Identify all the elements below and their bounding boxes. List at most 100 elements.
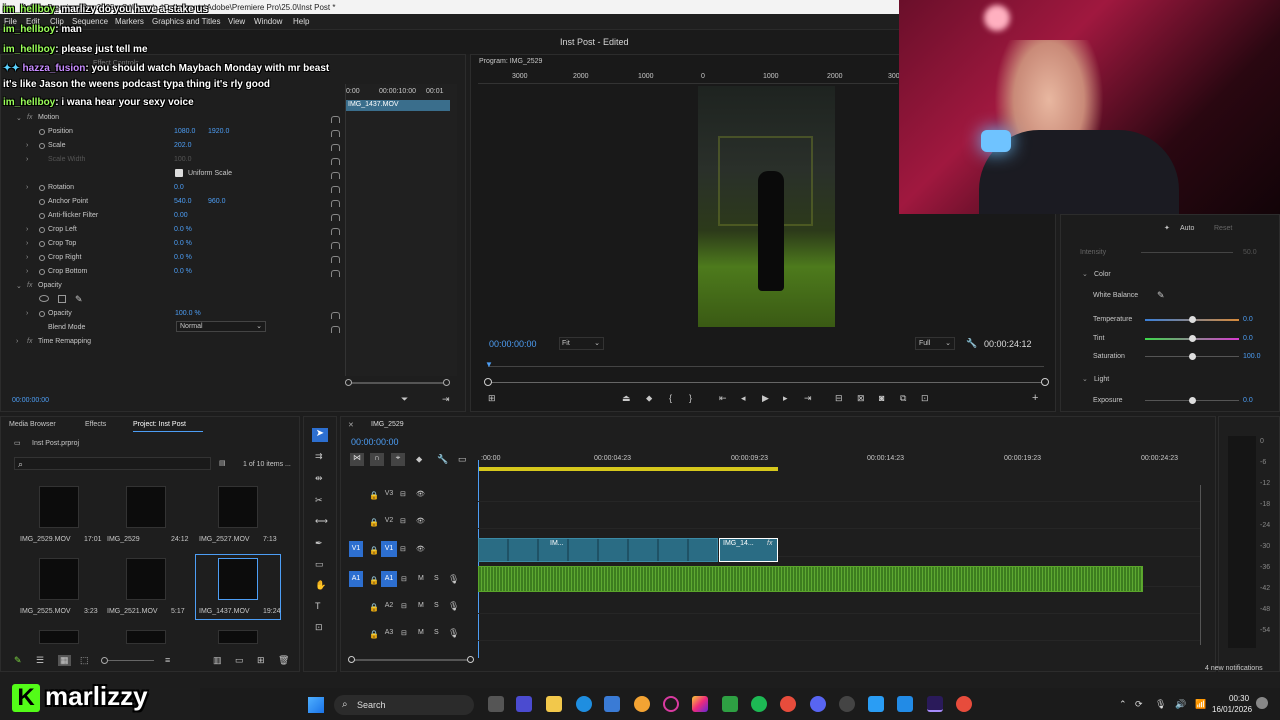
- project-thumbnail[interactable]: [39, 558, 79, 600]
- captions-icon[interactable]: ▭: [458, 454, 467, 465]
- notification-icon[interactable]: [1256, 697, 1268, 709]
- razor-icon[interactable]: ✂: [315, 495, 323, 506]
- zoom-handle-left[interactable]: [484, 378, 492, 386]
- sync-lock-icon[interactable]: ⊟: [401, 575, 407, 583]
- mute-icon[interactable]: M: [418, 575, 424, 582]
- expand-chevron-icon[interactable]: ›: [26, 240, 28, 247]
- spotify-icon[interactable]: [751, 696, 767, 712]
- opacity-stopwatch-icon[interactable]: [39, 311, 45, 317]
- scroll-handle-left[interactable]: [348, 656, 355, 663]
- ec-zoom-handle-left[interactable]: [345, 379, 352, 386]
- go-to-out-icon[interactable]: ⇥: [804, 393, 812, 404]
- export-icon[interactable]: ⇥: [442, 394, 450, 405]
- stopwatch-icon[interactable]: [39, 185, 45, 191]
- lock-icon[interactable]: 🔒: [369, 576, 379, 585]
- vertical-scrollbar[interactable]: [1200, 485, 1201, 645]
- vr-icon[interactable]: ⊡: [921, 393, 929, 404]
- program-timecode[interactable]: 00:00:00:00: [489, 339, 537, 349]
- temperature-handle[interactable]: [1189, 316, 1196, 323]
- project-thumbnail[interactable]: [39, 486, 79, 528]
- project-search-input[interactable]: ⌕: [14, 457, 211, 470]
- reset-icon[interactable]: [331, 116, 340, 123]
- sort-icon[interactable]: ≡: [165, 655, 170, 665]
- effect-value[interactable]: 202.0: [174, 142, 192, 149]
- sync-lock-icon[interactable]: ⊟: [401, 602, 407, 610]
- ellipse-mask-icon[interactable]: [39, 295, 49, 302]
- menu-graphics[interactable]: Graphics and Titles: [152, 17, 220, 26]
- ripple-edit-icon[interactable]: ⇹: [315, 473, 323, 484]
- trash-icon[interactable]: 🗑: [278, 655, 289, 666]
- settings-icon[interactable]: ⊞: [488, 393, 496, 404]
- browser-icon[interactable]: [634, 696, 650, 712]
- fit-select[interactable]: Fit ⌄: [559, 337, 604, 350]
- effect-value[interactable]: 540.0: [174, 198, 192, 205]
- lock-icon[interactable]: 🔒: [369, 630, 379, 639]
- discord-icon[interactable]: [810, 696, 826, 712]
- audio-clip[interactable]: [478, 566, 1143, 592]
- menu-view[interactable]: View: [228, 17, 245, 26]
- type-tool-icon[interactable]: T: [315, 601, 321, 611]
- task-view-icon[interactable]: [488, 696, 504, 712]
- premiere-icon[interactable]: [927, 696, 943, 712]
- project-thumbnail[interactable]: [126, 630, 166, 644]
- track-target[interactable]: A3: [381, 625, 397, 641]
- solo-icon[interactable]: S: [434, 602, 439, 609]
- track-target[interactable]: V3: [381, 486, 397, 502]
- temperature-value[interactable]: 0.0: [1243, 316, 1253, 323]
- selection-tool-icon[interactable]: ➤: [312, 428, 328, 442]
- reset-icon[interactable]: [331, 158, 340, 165]
- opera-icon[interactable]: [663, 696, 679, 712]
- intensity-slider[interactable]: [1141, 252, 1233, 253]
- mute-icon[interactable]: M: [418, 629, 424, 636]
- sync-lock-icon[interactable]: ⊟: [400, 517, 406, 525]
- zoom-handle-right[interactable]: [1041, 378, 1049, 386]
- expand-chevron-icon[interactable]: ›: [26, 254, 28, 261]
- zoom-slider[interactable]: [108, 660, 154, 661]
- mute-icon[interactable]: M: [418, 602, 424, 609]
- selected-video-clip[interactable]: IMG_14... fx: [719, 538, 778, 562]
- insert-icon[interactable]: ⊟: [835, 393, 843, 404]
- comparison-icon[interactable]: ⧉: [900, 393, 906, 404]
- steam-icon[interactable]: [897, 696, 913, 712]
- reset-icon[interactable]: [331, 130, 340, 137]
- reset-icon[interactable]: [331, 270, 340, 277]
- xbox-icon[interactable]: [722, 696, 738, 712]
- expand-chevron-icon[interactable]: ›: [26, 268, 28, 275]
- bin-icon[interactable]: ▤: [219, 459, 226, 467]
- snap-icon[interactable]: ⋈: [350, 453, 364, 466]
- track-target[interactable]: V2: [381, 513, 397, 529]
- exposure-value[interactable]: 0.0: [1243, 397, 1253, 404]
- settings-app-icon[interactable]: [868, 696, 884, 712]
- lock-icon[interactable]: 🔒: [369, 546, 379, 555]
- volume-icon[interactable]: 🔊: [1175, 699, 1186, 710]
- eye-icon[interactable]: 👁: [416, 517, 425, 525]
- caption-tool-icon[interactable]: ⊡: [315, 622, 323, 633]
- opacity-expand-icon[interactable]: ›: [26, 310, 28, 317]
- reset-icon[interactable]: [331, 144, 340, 151]
- expand-chevron-icon[interactable]: ›: [26, 156, 28, 163]
- uniform-scale-checkbox[interactable]: [175, 169, 183, 177]
- add-marker-icon[interactable]: ⌖: [391, 453, 405, 466]
- mic-icon[interactable]: 🎙: [1155, 699, 1166, 710]
- pencil-icon[interactable]: ✎: [14, 655, 22, 666]
- auto-button[interactable]: Auto: [1180, 225, 1194, 232]
- opacity-value[interactable]: 100.0 %: [175, 310, 201, 317]
- marker-flag-icon[interactable]: ⬥: [416, 454, 422, 465]
- reset-icon[interactable]: [331, 214, 340, 221]
- stopwatch-icon[interactable]: [39, 227, 45, 233]
- timeline-timecode[interactable]: 00:00:00:00: [351, 437, 399, 447]
- effect-value[interactable]: 0.0 %: [174, 226, 192, 233]
- source-patch[interactable]: A1: [349, 571, 363, 587]
- track-select-icon[interactable]: ⇉: [315, 451, 323, 462]
- list-view-icon[interactable]: ☰: [36, 655, 44, 666]
- go-to-in-icon[interactable]: ⇤: [719, 393, 727, 404]
- mark-out-icon[interactable]: }: [689, 393, 692, 403]
- program-title[interactable]: Program: IMG_2529: [479, 58, 542, 65]
- reset-icon[interactable]: [331, 326, 340, 333]
- reset-icon[interactable]: [331, 256, 340, 263]
- ec-zoom-bar[interactable]: [349, 382, 447, 384]
- lock-icon[interactable]: 🔒: [369, 518, 379, 527]
- new-bin-icon[interactable]: ▭: [235, 655, 244, 666]
- mark-in-icon[interactable]: {: [669, 393, 672, 403]
- scroll-handle-right[interactable]: [467, 656, 474, 663]
